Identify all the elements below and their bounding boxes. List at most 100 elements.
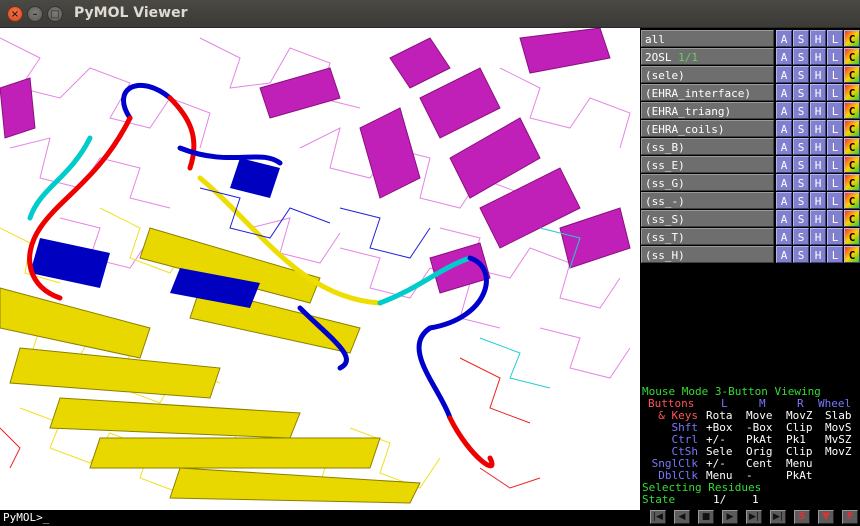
hide-button[interactable]: H: [810, 192, 826, 209]
object-row: (ss_B) A S H L C: [641, 138, 860, 155]
object-name-label: all: [645, 33, 665, 46]
show-button[interactable]: S: [793, 192, 809, 209]
label-button[interactable]: L: [827, 84, 843, 101]
show-button[interactable]: S: [793, 48, 809, 65]
object-name-button[interactable]: (EHRA_coils): [641, 120, 774, 137]
show-button[interactable]: S: [793, 174, 809, 191]
object-name-button[interactable]: (ss_G): [641, 174, 774, 191]
close-window-button[interactable]: ×: [7, 6, 23, 22]
color-button[interactable]: C: [844, 48, 860, 65]
object-list: all A S H L C 2OSL 1/1 A S H L C (sele) A S H L C (EHRA_in…: [640, 28, 860, 384]
label-button[interactable]: L: [827, 102, 843, 119]
action-button[interactable]: A: [776, 30, 792, 47]
label-button[interactable]: L: [827, 156, 843, 173]
action-button[interactable]: A: [776, 210, 792, 227]
object-name-button[interactable]: (ss_E): [641, 156, 774, 173]
label-button[interactable]: L: [827, 246, 843, 263]
action-button[interactable]: A: [776, 66, 792, 83]
rewind-button[interactable]: |◀: [650, 510, 666, 524]
molecular-viewport[interactable]: [0, 28, 640, 510]
forward-button[interactable]: ▶|: [746, 510, 762, 524]
show-button[interactable]: S: [793, 30, 809, 47]
label-button[interactable]: L: [827, 228, 843, 245]
color-button[interactable]: C: [844, 174, 860, 191]
object-name-button[interactable]: 2OSL 1/1: [641, 48, 774, 65]
hide-button[interactable]: H: [810, 120, 826, 137]
label-button[interactable]: L: [827, 66, 843, 83]
object-name-button[interactable]: (ss_B): [641, 138, 774, 155]
hide-button[interactable]: H: [810, 84, 826, 101]
end-button[interactable]: ▶|: [770, 510, 786, 524]
maximize-window-button[interactable]: □: [47, 6, 63, 22]
color-button[interactable]: C: [844, 120, 860, 137]
object-name-button[interactable]: (ss_-): [641, 192, 774, 209]
action-button[interactable]: A: [776, 120, 792, 137]
show-button[interactable]: S: [793, 102, 809, 119]
show-button[interactable]: S: [793, 210, 809, 227]
hide-button[interactable]: H: [810, 66, 826, 83]
color-button[interactable]: C: [844, 210, 860, 227]
title-bar: × – □ PyMOL Viewer: [0, 0, 860, 28]
hide-button[interactable]: H: [810, 210, 826, 227]
action-button[interactable]: A: [776, 102, 792, 119]
action-button[interactable]: A: [776, 192, 792, 209]
hide-button[interactable]: H: [810, 102, 826, 119]
color-button[interactable]: C: [844, 138, 860, 155]
color-button[interactable]: C: [844, 84, 860, 101]
label-button[interactable]: L: [827, 174, 843, 191]
color-button[interactable]: C: [844, 192, 860, 209]
show-button[interactable]: S: [793, 228, 809, 245]
object-name-button[interactable]: (ss_S): [641, 210, 774, 227]
object-name-label: (ss_B): [645, 141, 685, 154]
color-button[interactable]: C: [844, 156, 860, 173]
label-button[interactable]: L: [827, 138, 843, 155]
object-name-button[interactable]: (EHRA_interface): [641, 84, 774, 101]
object-name-button[interactable]: (EHRA_triang): [641, 102, 774, 119]
hide-button[interactable]: H: [810, 228, 826, 245]
action-button[interactable]: A: [776, 246, 792, 263]
show-button[interactable]: S: [793, 120, 809, 137]
action-button[interactable]: A: [776, 48, 792, 65]
label-button[interactable]: L: [827, 192, 843, 209]
hide-button[interactable]: H: [810, 48, 826, 65]
hide-button[interactable]: H: [810, 30, 826, 47]
play-button[interactable]: ▶: [722, 510, 738, 524]
label-button[interactable]: L: [827, 30, 843, 47]
object-name-button[interactable]: all: [641, 30, 774, 47]
action-button[interactable]: A: [776, 228, 792, 245]
state-label: State: [642, 493, 676, 506]
command-input[interactable]: PyMOL>_: [0, 510, 640, 526]
back-button[interactable]: ◀: [674, 510, 690, 524]
label-button[interactable]: L: [827, 120, 843, 137]
action-button[interactable]: A: [776, 138, 792, 155]
color-button[interactable]: C: [844, 66, 860, 83]
show-button[interactable]: S: [793, 138, 809, 155]
action-button[interactable]: A: [776, 174, 792, 191]
label-button[interactable]: L: [827, 210, 843, 227]
action-button[interactable]: A: [776, 84, 792, 101]
label-button[interactable]: L: [827, 48, 843, 65]
object-name-label: (ss_T): [645, 231, 685, 244]
action-button[interactable]: A: [776, 156, 792, 173]
color-button[interactable]: C: [844, 102, 860, 119]
show-button[interactable]: S: [793, 246, 809, 263]
toggle-button[interactable]: ▼: [818, 510, 834, 524]
object-name-button[interactable]: (ss_H): [641, 246, 774, 263]
show-button[interactable]: S: [793, 156, 809, 173]
full-screen-button[interactable]: F: [842, 510, 858, 524]
stop-button[interactable]: ■: [698, 510, 714, 524]
scene-button[interactable]: S: [794, 510, 810, 524]
hide-button[interactable]: H: [810, 156, 826, 173]
object-name-button[interactable]: (ss_T): [641, 228, 774, 245]
color-button[interactable]: C: [844, 30, 860, 47]
show-button[interactable]: S: [793, 66, 809, 83]
minimize-window-button[interactable]: –: [27, 6, 43, 22]
color-button[interactable]: C: [844, 246, 860, 263]
hide-button[interactable]: H: [810, 138, 826, 155]
color-button[interactable]: C: [844, 228, 860, 245]
show-button[interactable]: S: [793, 84, 809, 101]
hide-button[interactable]: H: [810, 174, 826, 191]
object-row: (EHRA_coils) A S H L C: [641, 120, 860, 137]
object-name-button[interactable]: (sele): [641, 66, 774, 83]
hide-button[interactable]: H: [810, 246, 826, 263]
